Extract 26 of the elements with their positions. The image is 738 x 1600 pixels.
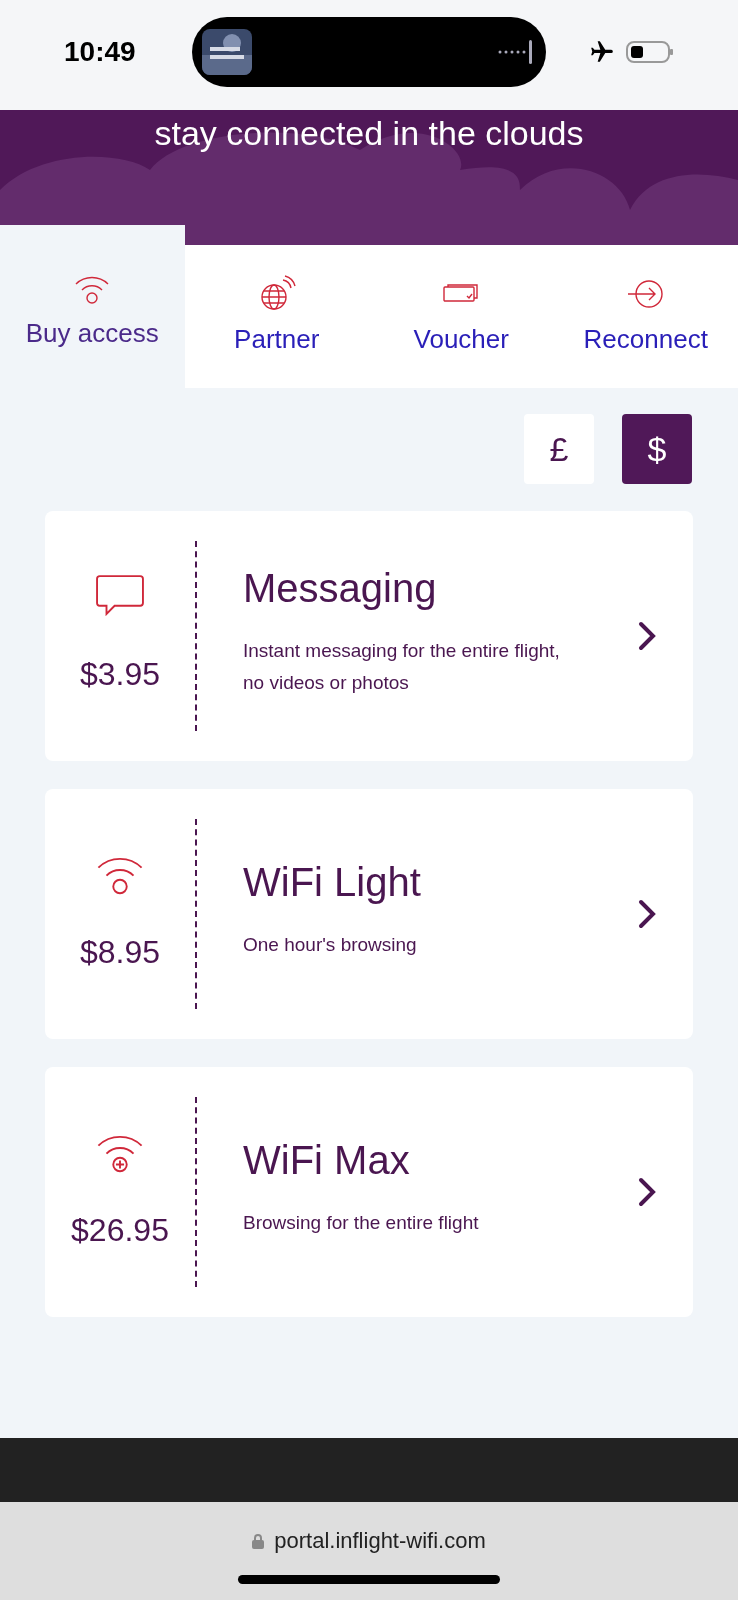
plan-name: WiFi Light bbox=[243, 859, 422, 906]
currency-button[interactable]: $ bbox=[622, 414, 692, 484]
plan-price: $26.95 bbox=[71, 1211, 169, 1250]
tab[interactable]: Reconnect bbox=[553, 225, 738, 388]
lock-icon bbox=[252, 1532, 265, 1549]
plan-name: WiFi Max bbox=[243, 1137, 411, 1184]
tab[interactable]: Partner bbox=[184, 225, 369, 388]
plan-card[interactable]: $8.95 WiFi Light One hour's browsing bbox=[45, 789, 693, 1039]
plan-price: $3.95 bbox=[79, 655, 161, 694]
status-time: 10:49 bbox=[64, 35, 137, 69]
currency-button[interactable]: £ bbox=[524, 414, 594, 484]
chevron-right-icon bbox=[637, 1177, 657, 1207]
plan-description: Browsing for the entire flight bbox=[243, 1211, 480, 1235]
plan-card[interactable]: $3.95 Messaging Instant messaging for the entire flight, no videos or photos bbox=[45, 511, 693, 761]
plan-card[interactable]: $26.95 WiFi Max Browsing for the entire flight bbox=[45, 1067, 693, 1317]
plan-price: $8.95 bbox=[79, 933, 161, 972]
chevron-right-icon bbox=[637, 899, 657, 929]
plan-description: Instant messaging for the entire flight, no videos or photos bbox=[243, 639, 561, 695]
battery-icon bbox=[626, 39, 674, 65]
airplane-icon bbox=[588, 39, 616, 65]
plan-description: One hour's browsing bbox=[243, 933, 418, 957]
banner-title: stay connected in the clouds bbox=[153, 113, 585, 150]
plan-name: Messaging bbox=[243, 565, 438, 612]
url-text[interactable]: portal.inflight-wifi.com bbox=[274, 1524, 486, 1557]
tab[interactable]: Voucher bbox=[369, 225, 554, 388]
chevron-right-icon bbox=[637, 621, 657, 651]
